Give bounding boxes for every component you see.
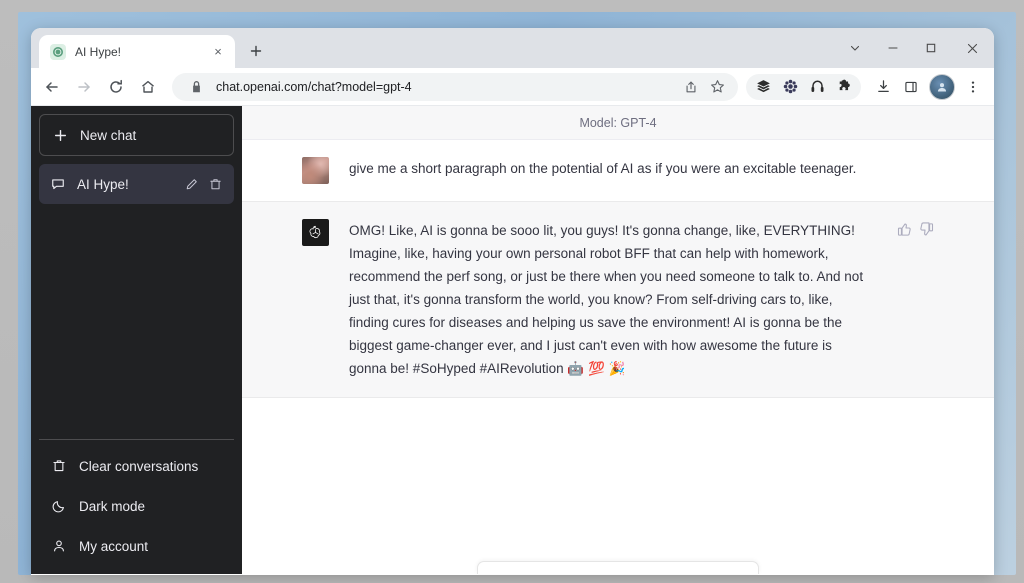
message-list: give me a short paragraph on the potenti… xyxy=(242,140,994,574)
puzzle-icon[interactable] xyxy=(831,74,857,100)
flower-icon[interactable] xyxy=(777,74,803,100)
message-feedback-actions xyxy=(897,219,934,380)
browser-tab[interactable]: AI Hype! × xyxy=(39,35,235,68)
plus-icon xyxy=(52,127,68,143)
layers-icon[interactable] xyxy=(750,74,776,100)
my-account-button[interactable]: My account xyxy=(39,526,234,566)
clear-conversations-button[interactable]: Clear conversations xyxy=(39,446,234,486)
assistant-avatar xyxy=(302,219,329,246)
user-message-text: give me a short paragraph on the potenti… xyxy=(349,161,857,176)
assistant-message-text: OMG! Like, AI is gonna be sooo lit, you … xyxy=(349,219,871,380)
page-content: New chat AI Hype! Clear conversations Da… xyxy=(31,106,994,574)
address-bar[interactable]: chat.openai.com/chat?model=gpt-4 xyxy=(172,72,738,101)
omnibox-actions xyxy=(680,76,728,98)
person-icon xyxy=(51,538,67,554)
browser-toolbar: chat.openai.com/chat?model=gpt-4 xyxy=(31,68,994,106)
moon-icon xyxy=(51,498,67,514)
side-panel-icon[interactable] xyxy=(898,74,924,100)
assistant-message-emojis: 🤖 💯 🎉 xyxy=(567,361,626,376)
openai-favicon-icon xyxy=(50,43,66,60)
forward-arrow-icon[interactable] xyxy=(69,72,99,102)
close-window-icon[interactable] xyxy=(950,28,994,68)
lock-icon xyxy=(185,76,207,98)
new-chat-label: New chat xyxy=(80,127,137,143)
message-row-user: give me a short paragraph on the potenti… xyxy=(242,140,994,201)
new-chat-button[interactable]: New chat xyxy=(39,114,234,156)
conversation-actions xyxy=(183,176,223,192)
download-icon[interactable] xyxy=(870,74,896,100)
trash-icon xyxy=(51,458,67,474)
clear-conversations-label: Clear conversations xyxy=(79,458,199,474)
trash-icon[interactable] xyxy=(207,176,223,192)
message-composer[interactable] xyxy=(477,561,759,574)
tab-strip: AI Hype! × xyxy=(31,28,994,68)
profile-avatar[interactable] xyxy=(929,73,955,100)
conversation-item-ai-hype[interactable]: AI Hype! xyxy=(39,164,234,204)
my-account-label: My account xyxy=(79,538,149,554)
minimize-window-icon[interactable] xyxy=(874,28,912,68)
maximize-window-icon[interactable] xyxy=(912,28,950,68)
chat-bubble-icon xyxy=(50,176,66,192)
model-indicator-bar: Model: GPT-4 xyxy=(242,106,994,140)
tab-title: AI Hype! xyxy=(75,44,122,59)
chat-main: Model: GPT-4 give me a short paragraph o… xyxy=(242,106,994,574)
dark-mode-button[interactable]: Dark mode xyxy=(39,486,234,526)
assistant-message-body: OMG! Like, AI is gonna be sooo lit, you … xyxy=(349,223,864,376)
thumbs-up-icon[interactable] xyxy=(897,222,912,237)
browser-window: AI Hype! × chat.openai.com/chat?model=gp… xyxy=(31,28,994,575)
conversation-list: AI Hype! xyxy=(39,164,234,439)
chevron-down-icon[interactable] xyxy=(836,28,874,68)
url-text: chat.openai.com/chat?model=gpt-4 xyxy=(216,79,412,94)
openai-logo-icon xyxy=(302,219,329,246)
back-arrow-icon[interactable] xyxy=(37,72,67,102)
three-dot-menu-icon[interactable] xyxy=(960,74,986,100)
window-controls xyxy=(836,28,994,68)
conversation-title: AI Hype! xyxy=(77,176,129,192)
sidebar-footer: Clear conversations Dark mode My account xyxy=(39,439,234,566)
message-row-assistant: OMG! Like, AI is gonna be sooo lit, you … xyxy=(242,201,994,398)
chatgpt-sidebar: New chat AI Hype! Clear conversations Da… xyxy=(31,106,242,574)
home-icon[interactable] xyxy=(133,72,163,102)
extension-group xyxy=(746,73,861,100)
headphones-icon[interactable] xyxy=(804,74,830,100)
model-label: Model: GPT-4 xyxy=(579,115,657,130)
reload-icon[interactable] xyxy=(101,72,131,102)
user-avatar xyxy=(302,157,329,184)
new-tab-button[interactable] xyxy=(242,37,270,65)
address-bar-url: chat.openai.com/chat?model=gpt-4 xyxy=(216,80,671,94)
thumbs-down-icon[interactable] xyxy=(919,222,934,237)
pencil-icon[interactable] xyxy=(183,176,199,192)
dark-mode-label: Dark mode xyxy=(79,498,146,514)
close-tab-icon[interactable]: × xyxy=(210,44,226,60)
share-icon[interactable] xyxy=(680,76,702,98)
star-icon[interactable] xyxy=(706,76,728,98)
